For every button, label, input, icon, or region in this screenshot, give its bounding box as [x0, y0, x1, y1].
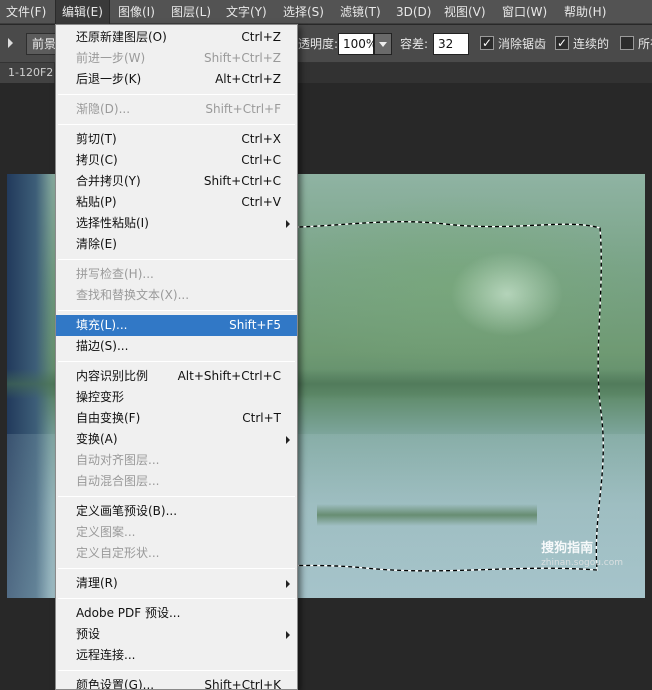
menu-item-define-pattern[interactable]: 定义图案... — [56, 522, 297, 543]
menu-item-cut[interactable]: 剪切(T) Ctrl+X — [56, 129, 297, 150]
menu-item-remote-connections[interactable]: 远程连接... — [56, 645, 297, 666]
menu-item-copy[interactable]: 拷贝(C) Ctrl+C — [56, 150, 297, 171]
menu-separator — [58, 670, 295, 671]
menu-separator — [58, 310, 295, 311]
menu-item-auto-align-layers[interactable]: 自动对齐图层... — [56, 450, 297, 471]
menu-separator — [58, 259, 295, 260]
tool-preset-arrow-icon[interactable] — [8, 38, 13, 48]
menu-item-content-aware-scale[interactable]: 内容识别比例 Alt+Shift+Ctrl+C — [56, 366, 297, 387]
menu-layer[interactable]: 图层(L) — [165, 0, 217, 24]
menu-separator — [58, 124, 295, 125]
antialias-label: 消除锯齿 — [498, 37, 547, 51]
all-layers-checkbox[interactable] — [620, 36, 634, 50]
menu-image[interactable]: 图像(I) — [112, 0, 161, 24]
opacity-dropdown-button[interactable] — [374, 33, 392, 55]
menu-3d[interactable]: 3D(D) — [390, 0, 437, 24]
menu-view[interactable]: 视图(V) — [438, 0, 492, 24]
menu-item-clear[interactable]: 清除(E) — [56, 234, 297, 255]
menu-edit[interactable]: 编辑(E) — [55, 0, 110, 24]
menu-item-step-backward[interactable]: 后退一步(K) Alt+Ctrl+Z — [56, 69, 297, 90]
watermark: 搜狗指南 zhinan.sogou.com — [541, 537, 623, 568]
menu-item-step-forward[interactable]: 前进一步(W) Shift+Ctrl+Z — [56, 48, 297, 69]
tolerance-input[interactable]: 32 — [433, 33, 469, 55]
menu-item-copy-merged[interactable]: 合并拷贝(Y) Shift+Ctrl+C — [56, 171, 297, 192]
antialias-checkbox[interactable]: ✓ — [480, 36, 494, 50]
submenu-arrow-icon — [286, 436, 290, 444]
menu-bar: 文件(F) 编辑(E) 图像(I) 图层(L) 文字(Y) 选择(S) 滤镜(T… — [0, 0, 652, 24]
edit-menu-dropdown: 还原新建图层(O) Ctrl+Z 前进一步(W) Shift+Ctrl+Z 后退一步… — [55, 24, 298, 690]
all-layers-label: 所有 — [638, 37, 652, 51]
contiguous-checkbox[interactable]: ✓ — [555, 36, 569, 50]
menu-item-free-transform[interactable]: 自由变换(F) Ctrl+T — [56, 408, 297, 429]
menu-select[interactable]: 选择(S) — [277, 0, 330, 24]
submenu-arrow-icon — [286, 580, 290, 588]
opacity-label: 透明度: — [298, 37, 339, 51]
menu-item-purge[interactable]: 清理(R) — [56, 573, 297, 594]
menu-item-define-brush[interactable]: 定义画笔预设(B)... — [56, 501, 297, 522]
menu-item-paste[interactable]: 粘贴(P) Ctrl+V — [56, 192, 297, 213]
menu-window[interactable]: 窗口(W) — [496, 0, 553, 24]
document-tab[interactable]: 1-120F2 — [0, 63, 54, 83]
menu-help[interactable]: 帮助(H) — [558, 0, 612, 24]
menu-separator — [58, 361, 295, 362]
menu-file[interactable]: 文件(F) — [0, 0, 52, 24]
watermark-url: zhinan.sogou.com — [541, 558, 623, 568]
fill-source-select[interactable]: 前景 — [26, 33, 56, 55]
contiguous-label: 连续的 — [573, 37, 610, 51]
opacity-input[interactable]: 100% — [338, 33, 377, 55]
menu-separator — [58, 598, 295, 599]
menu-filter[interactable]: 滤镜(T) — [334, 0, 387, 24]
menu-separator — [58, 496, 295, 497]
menu-item-presets[interactable]: 预设 — [56, 624, 297, 645]
menu-item-paste-special[interactable]: 选择性粘贴(I) — [56, 213, 297, 234]
menu-item-define-shape[interactable]: 定义自定形状... — [56, 543, 297, 564]
submenu-arrow-icon — [286, 220, 290, 228]
menu-item-check-spelling[interactable]: 拼写检查(H)... — [56, 264, 297, 285]
menu-item-auto-blend-layers[interactable]: 自动混合图层... — [56, 471, 297, 492]
menu-item-fill[interactable]: 填充(L)... Shift+F5 — [56, 315, 297, 336]
menu-separator — [58, 568, 295, 569]
menu-item-stroke[interactable]: 描边(S)... — [56, 336, 297, 357]
menu-item-transform[interactable]: 变换(A) — [56, 429, 297, 450]
tolerance-label: 容差: — [400, 37, 429, 51]
menu-item-undo[interactable]: 还原新建图层(O) Ctrl+Z — [56, 27, 297, 48]
menu-item-color-settings[interactable]: 颜色设置(G)... Shift+Ctrl+K — [56, 675, 297, 689]
menu-item-find-replace[interactable]: 查找和替换文本(X)... — [56, 285, 297, 306]
menu-item-fade[interactable]: 渐隐(D)... Shift+Ctrl+F — [56, 99, 297, 120]
watermark-brand: 搜狗指南 — [541, 541, 594, 556]
menu-item-adobe-pdf-presets[interactable]: Adobe PDF 预设... — [56, 603, 297, 624]
submenu-arrow-icon — [286, 631, 290, 639]
menu-type[interactable]: 文字(Y) — [220, 0, 273, 24]
menu-item-puppet-warp[interactable]: 操控变形 — [56, 387, 297, 408]
menu-separator — [58, 94, 295, 95]
